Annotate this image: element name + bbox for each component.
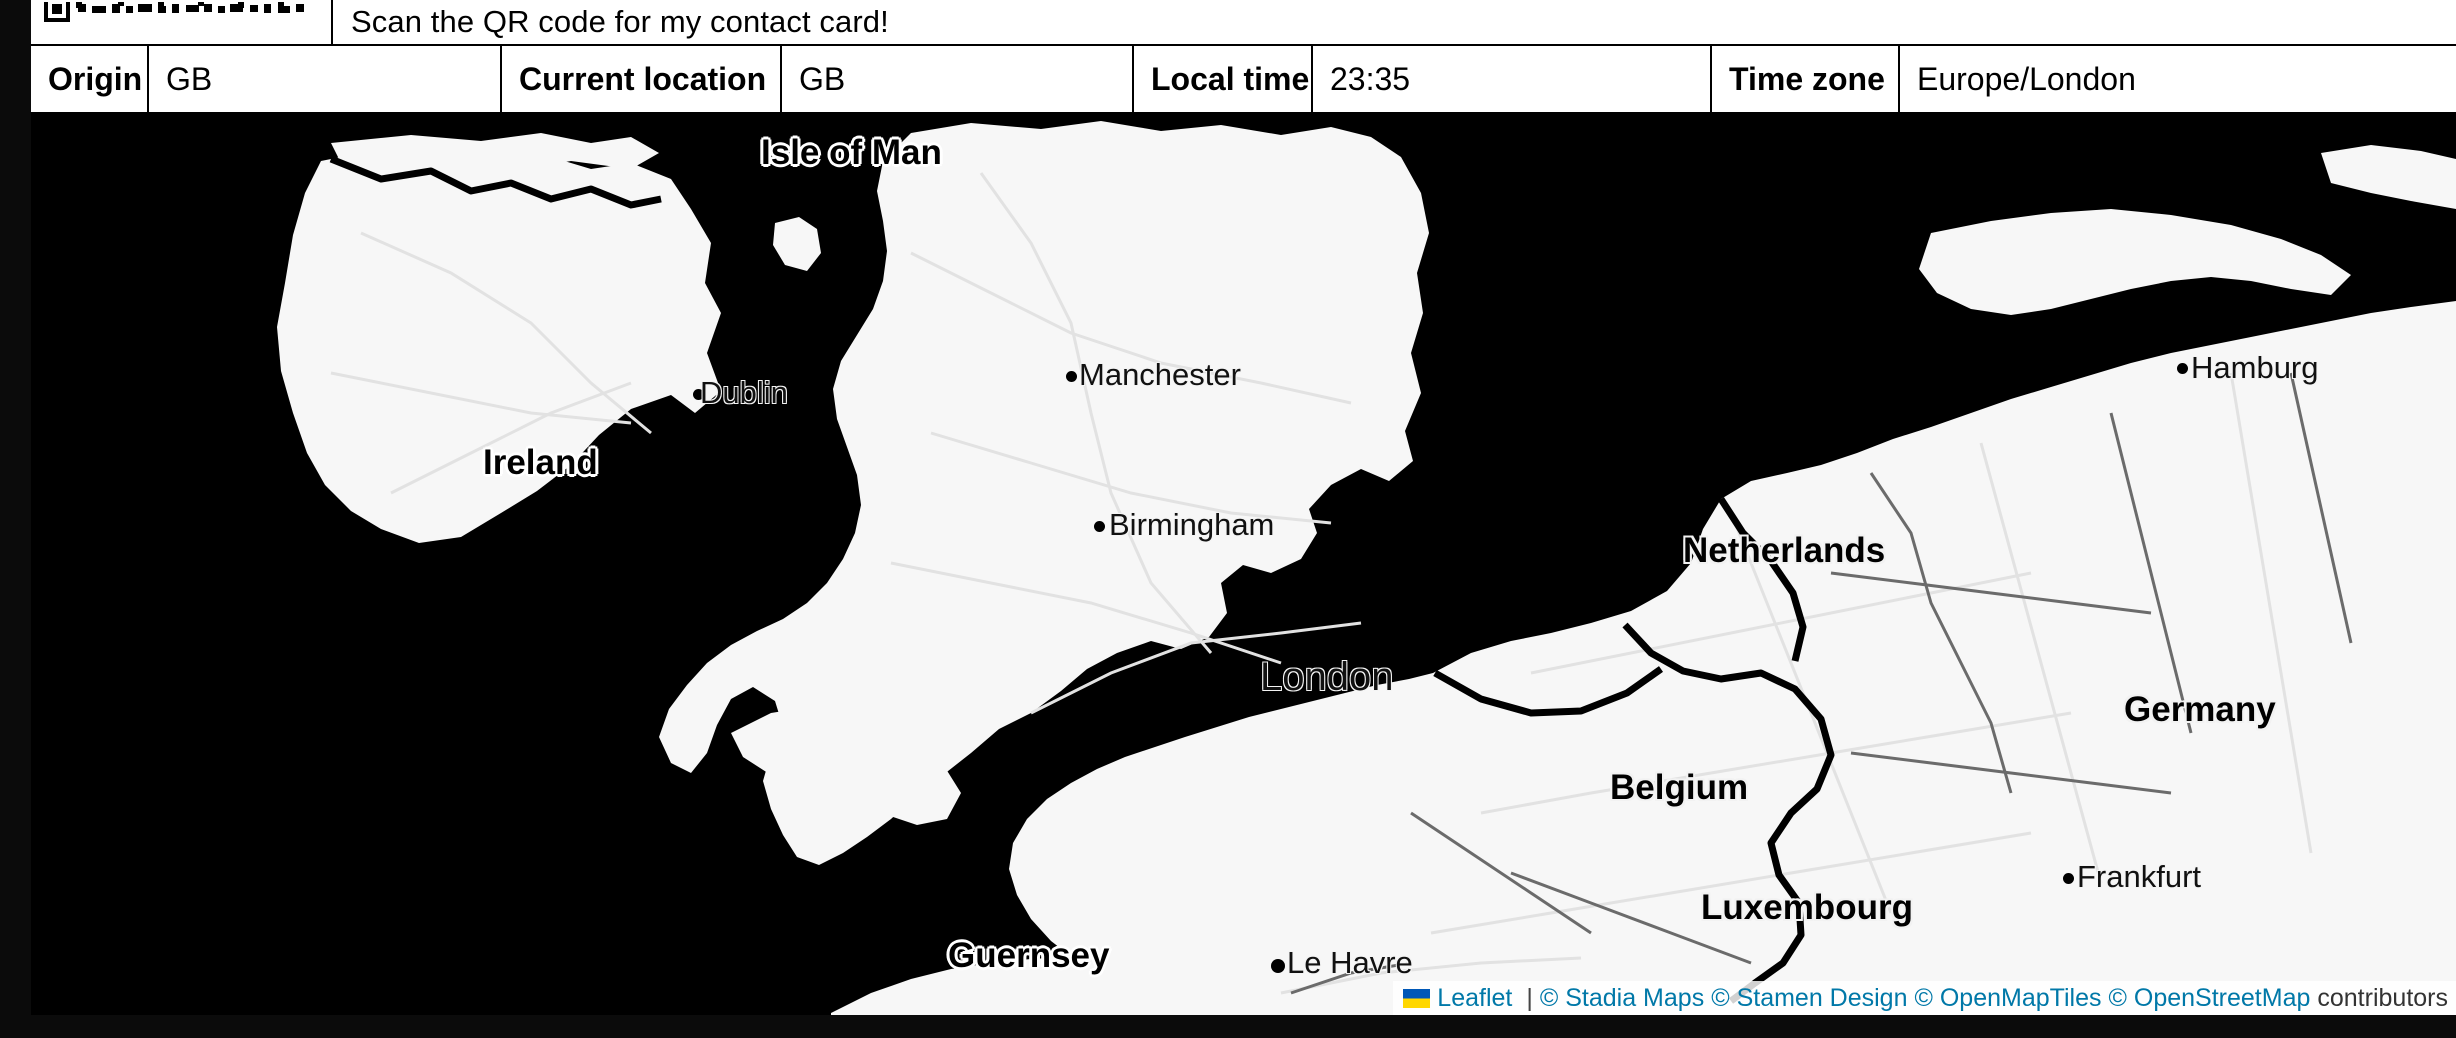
meta-row: Origin GB Current location GB Local time… xyxy=(31,46,2456,115)
city-dot-hamburg xyxy=(2177,363,2188,374)
left-gutter xyxy=(0,0,31,1038)
city-dot-birmingham xyxy=(1094,521,1105,532)
openstreetmap-link[interactable]: © OpenStreetMap xyxy=(2109,984,2311,1013)
city-dot-dublin xyxy=(693,389,704,400)
ukraine-flag-icon xyxy=(1403,988,1431,1008)
local-time-value: 23:35 xyxy=(1313,46,1712,112)
city-dot-frankfurt xyxy=(2063,873,2074,884)
openmaptiles-link[interactable]: © OpenMapTiles xyxy=(1915,984,2102,1013)
map-attribution: Leaflet | © Stadia Maps © Stamen Design … xyxy=(1393,981,2456,1015)
city-dot-london xyxy=(1242,673,1256,687)
stamen-design-link[interactable]: © Stamen Design xyxy=(1711,984,1907,1013)
bottom-strip xyxy=(0,1015,2456,1038)
time-zone-label: Time zone xyxy=(1712,46,1900,112)
attribution-separator: | xyxy=(1526,983,1533,1012)
info-panel: Scan the QR code for my contact card! Or… xyxy=(31,0,2456,115)
local-time-label: Local time xyxy=(1134,46,1313,112)
city-dot-manchester xyxy=(1066,371,1077,382)
current-location-label: Current location xyxy=(502,46,782,112)
qr-row: Scan the QR code for my contact card! xyxy=(31,0,2456,46)
page-root: Scan the QR code for my contact card! Or… xyxy=(0,0,2456,1038)
attribution-suffix: contributors xyxy=(2317,983,2448,1012)
time-zone-value: Europe/London xyxy=(1917,60,2136,97)
leaflet-link[interactable]: Leaflet xyxy=(1437,984,1512,1013)
current-location-value: GB xyxy=(782,46,1134,112)
origin-label: Origin xyxy=(31,46,149,112)
city-dot-le-havre xyxy=(1271,959,1285,973)
map-canvas[interactable]: Isle of Man Ireland Netherlands Germany … xyxy=(31,113,2456,1015)
qr-caption: Scan the QR code for my contact card! xyxy=(351,4,889,39)
map-vector-layer xyxy=(31,113,2456,1015)
qr-code-icon[interactable] xyxy=(31,0,333,44)
origin-value: GB xyxy=(149,46,502,112)
stadia-maps-link[interactable]: © Stadia Maps xyxy=(1540,984,1704,1013)
